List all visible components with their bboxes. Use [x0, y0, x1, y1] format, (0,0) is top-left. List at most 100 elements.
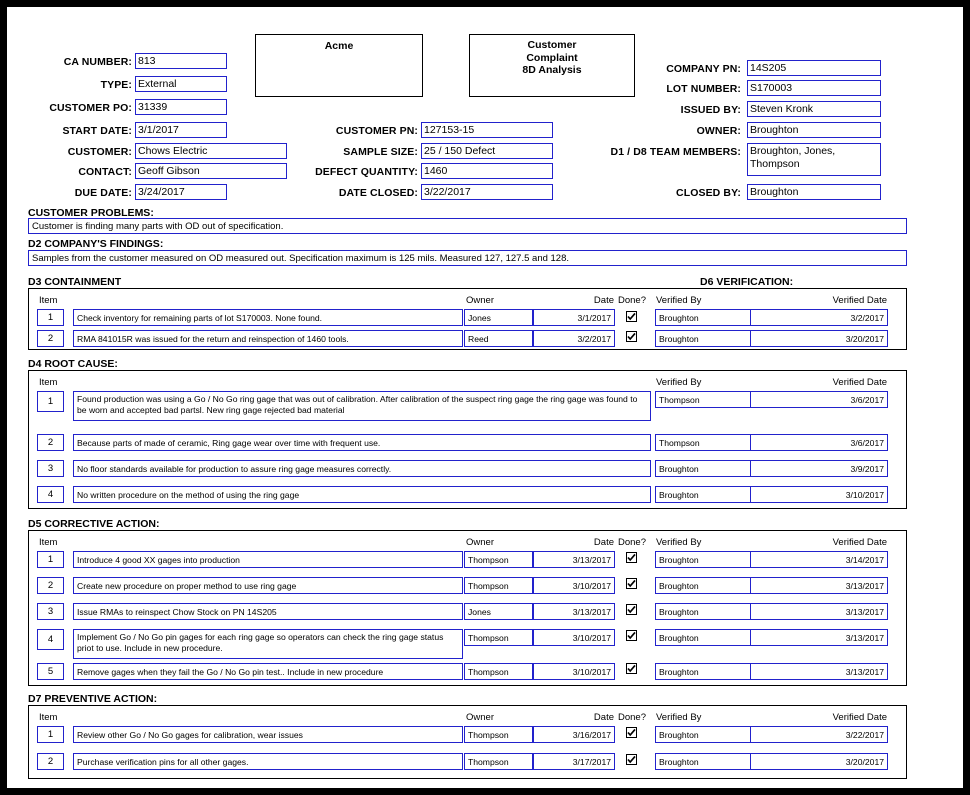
d5-row-5-done-checkbox[interactable] — [626, 663, 637, 674]
d3-row-1-date[interactable]: 3/1/2017 — [533, 309, 615, 326]
d7-col-done: Done? — [618, 712, 646, 723]
field-defect-quantity[interactable]: 1460 — [421, 163, 553, 179]
d7-row-2-verified-by[interactable]: Broughton — [655, 753, 751, 770]
d5-col-verified-date: Verified Date — [832, 537, 887, 548]
d4-row-1-action[interactable]: Found production was using a Go / No Go … — [73, 391, 651, 421]
d3-row-1-done-checkbox[interactable] — [626, 311, 637, 322]
d3-row-1-verified-date[interactable]: 3/2/2017 — [750, 309, 888, 326]
d5-row-2-verified-date[interactable]: 3/13/2017 — [750, 577, 888, 594]
d3-col-verified-by: Verified By — [656, 295, 702, 306]
check-icon — [627, 664, 636, 673]
d5-row-5-date[interactable]: 3/10/2017 — [533, 663, 615, 680]
d5-col-item: Item — [39, 537, 58, 548]
field-closed-by[interactable]: Broughton — [747, 184, 881, 200]
d5-row-3-done-checkbox[interactable] — [626, 604, 637, 615]
field-issued-by[interactable]: Steven Kronk — [747, 101, 881, 117]
d7-row-2-verified-date[interactable]: 3/20/2017 — [750, 753, 888, 770]
d7-row-2-owner[interactable]: Thompson — [464, 753, 533, 770]
field-customer-po[interactable]: 31339 — [135, 99, 227, 115]
d7-row-2-action[interactable]: Purchase verification pins for all other… — [73, 753, 463, 770]
d5-table: Item Owner Date Done? Verified By Verifi… — [28, 530, 907, 686]
d7-row-2-done-checkbox[interactable] — [626, 754, 637, 765]
field-contact[interactable]: Geoff Gibson — [135, 163, 287, 179]
label-closed-by: CLOSED BY: — [676, 187, 741, 199]
d5-row-2-owner[interactable]: Thompson — [464, 577, 533, 594]
d4-row-4-item: 4 — [37, 486, 64, 503]
d5-row-1-verified-date[interactable]: 3/14/2017 — [750, 551, 888, 568]
d4-row-1-verified-date[interactable]: 3/6/2017 — [750, 391, 888, 408]
d5-row-1-owner[interactable]: Thompson — [464, 551, 533, 568]
d5-row-3-verified-date[interactable]: 3/13/2017 — [750, 603, 888, 620]
d5-row-2-done-checkbox[interactable] — [626, 578, 637, 589]
d5-row-5-owner[interactable]: Thompson — [464, 663, 533, 680]
d4-col-item: Item — [39, 377, 58, 388]
field-date-closed[interactable]: 3/22/2017 — [421, 184, 553, 200]
d3-row-2-done-checkbox[interactable] — [626, 331, 637, 342]
d5-row-3-date[interactable]: 3/13/2017 — [533, 603, 615, 620]
field-start-date[interactable]: 3/1/2017 — [135, 122, 227, 138]
check-icon — [627, 631, 636, 640]
d3-row-2-verified-by[interactable]: Broughton — [655, 330, 751, 347]
d3-row-1-verified-by[interactable]: Broughton — [655, 309, 751, 326]
d4-row-4-action[interactable]: No written procedure on the method of us… — [73, 486, 651, 503]
d7-row-1-verified-by[interactable]: Broughton — [655, 726, 751, 743]
d4-row-2-verified-date[interactable]: 3/6/2017 — [750, 434, 888, 451]
d4-row-3-action[interactable]: No floor standards available for product… — [73, 460, 651, 477]
field-type[interactable]: External — [135, 76, 227, 92]
d5-row-3-verified-by[interactable]: Broughton — [655, 603, 751, 620]
d7-row-1-done-checkbox[interactable] — [626, 727, 637, 738]
d5-row-4-verified-date[interactable]: 3/13/2017 — [750, 629, 888, 646]
d5-row-2-action[interactable]: Create new procedure on proper method to… — [73, 577, 463, 594]
d3-row-2-verified-date[interactable]: 3/20/2017 — [750, 330, 888, 347]
d5-row-3-action[interactable]: Issue RMAs to reinspect Chow Stock on PN… — [73, 603, 463, 620]
field-company-pn[interactable]: 14S205 — [747, 60, 881, 76]
company-name: Acme — [324, 40, 354, 52]
d5-row-1-done-checkbox[interactable] — [626, 552, 637, 563]
field-due-date[interactable]: 3/24/2017 — [135, 184, 227, 200]
d4-row-2-verified-by[interactable]: Thompson — [655, 434, 751, 451]
d3-row-2-item: 2 — [37, 330, 64, 347]
d7-row-2-date[interactable]: 3/17/2017 — [533, 753, 615, 770]
d4-row-4-verified-date[interactable]: 3/10/2017 — [750, 486, 888, 503]
d5-row-3-owner[interactable]: Jones — [464, 603, 533, 620]
d5-row-1-date[interactable]: 3/13/2017 — [533, 551, 615, 568]
d3-row-1-owner[interactable]: Jones — [464, 309, 533, 326]
d5-row-1-verified-by[interactable]: Broughton — [655, 551, 751, 568]
d3-row-2-owner[interactable]: Reed — [464, 330, 533, 347]
d4-row-3-verified-by[interactable]: Broughton — [655, 460, 751, 477]
d5-row-5-verified-by[interactable]: Broughton — [655, 663, 751, 680]
d4-row-1-verified-by[interactable]: Thompson — [655, 391, 751, 408]
d5-row-4-done-checkbox[interactable] — [626, 630, 637, 641]
field-owner[interactable]: Broughton — [747, 122, 881, 138]
field-sample-size[interactable]: 25 / 150 Defect — [421, 143, 553, 159]
d7-row-1-verified-date[interactable]: 3/22/2017 — [750, 726, 888, 743]
d4-row-2-action[interactable]: Because parts of made of ceramic, Ring g… — [73, 434, 651, 451]
d5-row-1-action[interactable]: Introduce 4 good XX gages into productio… — [73, 551, 463, 568]
d3-row-2-action[interactable]: RMA 841015R was issued for the return an… — [73, 330, 463, 347]
field-team-members[interactable]: Broughton, Jones, Thompson — [747, 143, 881, 176]
field-customer-pn[interactable]: 127153-15 — [421, 122, 553, 138]
d5-row-5-action[interactable]: Remove gages when they fail the Go / No … — [73, 663, 463, 680]
d7-col-date: Date — [593, 712, 614, 723]
field-lot-number[interactable]: S170003 — [747, 80, 881, 96]
d5-row-4-verified-by[interactable]: Broughton — [655, 629, 751, 646]
document-type-line-3: 8D Analysis — [522, 64, 582, 76]
d3-row-1-action[interactable]: Check inventory for remaining parts of l… — [73, 309, 463, 326]
d5-row-5-verified-date[interactable]: 3/13/2017 — [750, 663, 888, 680]
d4-row-4-verified-by[interactable]: Broughton — [655, 486, 751, 503]
d5-row-4-action[interactable]: Implement Go / No Go pin gages for each … — [73, 629, 463, 659]
d2-findings-text[interactable]: Samples from the customer measured on OD… — [28, 250, 907, 266]
d3-row-2-date[interactable]: 3/2/2017 — [533, 330, 615, 347]
field-ca-number[interactable]: 813 — [135, 53, 227, 69]
d5-row-2-date[interactable]: 3/10/2017 — [533, 577, 615, 594]
d5-row-4-date[interactable]: 3/10/2017 — [533, 629, 615, 646]
label-due-date: DUE DATE: — [74, 187, 132, 199]
customer-problems-text[interactable]: Customer is finding many parts with OD o… — [28, 218, 907, 234]
d5-row-2-verified-by[interactable]: Broughton — [655, 577, 751, 594]
field-customer[interactable]: Chows Electric — [135, 143, 287, 159]
d4-row-3-verified-date[interactable]: 3/9/2017 — [750, 460, 888, 477]
d7-row-1-action[interactable]: Review other Go / No Go gages for calibr… — [73, 726, 463, 743]
d5-row-4-owner[interactable]: Thompson — [464, 629, 533, 646]
d7-row-1-date[interactable]: 3/16/2017 — [533, 726, 615, 743]
d7-row-1-owner[interactable]: Thompson — [464, 726, 533, 743]
